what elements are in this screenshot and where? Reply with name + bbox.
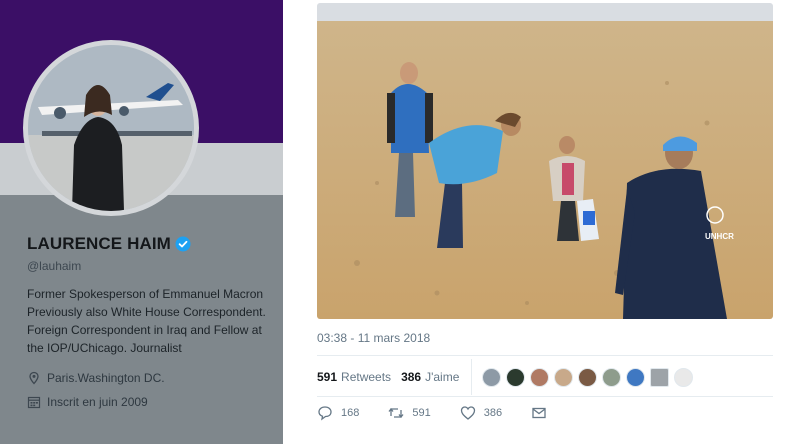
profile-joined-text: Inscrit en juin 2009	[47, 395, 148, 409]
liker-avatar[interactable]	[674, 367, 694, 387]
reply-count: 168	[341, 407, 360, 419]
profile-sidebar: LAURENCE HAIM @lauhaim Former Spokespers…	[0, 0, 283, 444]
location-pin-icon	[29, 371, 39, 385]
profile-name[interactable]: LAURENCE HAIM	[27, 234, 171, 254]
divider	[317, 396, 773, 397]
liker-avatar[interactable]	[626, 367, 646, 387]
likes-count: 386	[401, 370, 422, 384]
message-icon	[532, 407, 546, 419]
liker-avatar[interactable]	[506, 367, 526, 387]
divider	[317, 355, 773, 356]
likes-label: J'aime	[425, 370, 460, 384]
profile-name-row: LAURENCE HAIM	[27, 234, 277, 254]
stats-separator	[471, 359, 473, 395]
like-button[interactable]: 386	[460, 405, 502, 421]
profile-location: Paris.Washington DC.	[27, 371, 277, 385]
liker-avatar[interactable]	[482, 367, 502, 387]
retweets-stat[interactable]: 591 Retweets	[317, 370, 391, 384]
retweets-label: Retweets	[341, 370, 392, 384]
retweet-count: 591	[412, 407, 431, 419]
tweet-timestamp[interactable]: 03:38 - 11 mars 2018	[317, 331, 430, 345]
unhcr-logo-text: UNHCR	[705, 232, 734, 241]
tweet-photo[interactable]: UNHCR	[317, 3, 773, 319]
liker-avatar[interactable]	[602, 367, 622, 387]
likes-stat[interactable]: 386 J'aime	[401, 370, 459, 384]
profile-handle[interactable]: @lauhaim	[27, 259, 277, 273]
liker-avatar[interactable]	[554, 367, 574, 387]
liker-avatar[interactable]	[530, 367, 550, 387]
verified-badge-icon	[175, 236, 191, 252]
tweet-stats: 591 Retweets 386 J'aime	[317, 359, 694, 395]
direct-message-button[interactable]	[531, 405, 547, 421]
reply-icon	[318, 406, 332, 421]
avatar[interactable]	[23, 40, 199, 216]
twitter-page: LAURENCE HAIM @lauhaim Former Spokespers…	[0, 0, 790, 444]
tweet-detail: UNHCR 03:38 - 11 mars 2018 591 Retweets …	[283, 0, 790, 444]
calendar-icon	[27, 396, 41, 409]
liker-avatar[interactable]	[650, 367, 670, 387]
reply-button[interactable]: 168	[317, 405, 359, 421]
profile-joined: Inscrit en juin 2009	[27, 395, 277, 409]
profile-info: LAURENCE HAIM @lauhaim Former Spokespers…	[27, 234, 277, 409]
heart-icon	[460, 406, 475, 420]
liker-avatar[interactable]	[578, 367, 598, 387]
retweet-button[interactable]: 591	[388, 405, 431, 421]
likers-avatars	[482, 367, 694, 387]
profile-location-text: Paris.Washington DC.	[47, 371, 165, 385]
retweets-count: 591	[317, 370, 338, 384]
tweet-actions: 168 591 386	[317, 405, 576, 421]
retweet-icon	[388, 407, 404, 419]
profile-bio: Former Spokesperson of Emmanuel Macron P…	[27, 287, 266, 355]
like-count: 386	[483, 407, 503, 419]
